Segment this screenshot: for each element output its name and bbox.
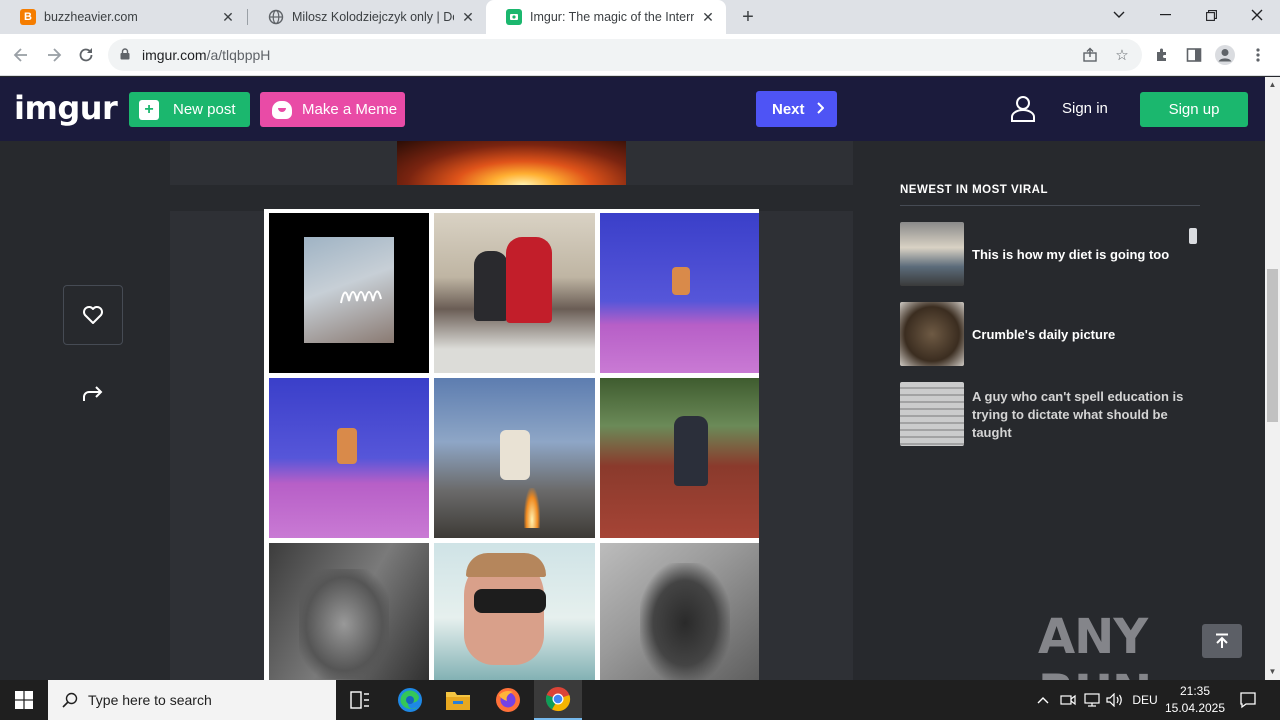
post-thumbnail bbox=[900, 382, 964, 446]
browser-tab-strip: B buzzheavier.com ✕ Milosz Kolodziejczyk… bbox=[0, 0, 1280, 34]
post-title: A guy who can't spell education is tryin… bbox=[972, 389, 1184, 440]
url-text[interactable]: imgur.com/a/tlqbppH bbox=[142, 47, 270, 63]
minimize-button[interactable] bbox=[1142, 0, 1188, 30]
page-scrollbar[interactable]: ▲ ▼ bbox=[1265, 77, 1280, 680]
tab-title: Imgur: The magic of the Internet bbox=[530, 10, 694, 24]
imgur-header: imgur + New post Make a Meme Next Sign i… bbox=[0, 77, 1265, 141]
volume-icon[interactable] bbox=[1105, 680, 1125, 720]
post-title: Crumble's daily picture bbox=[972, 327, 1116, 342]
scrollbar-thumb[interactable] bbox=[1267, 269, 1278, 422]
firefox-icon[interactable] bbox=[484, 680, 532, 720]
extensions-icon[interactable] bbox=[1151, 44, 1173, 66]
windows-taskbar: Type here to search DEU 21:35 15.04.2025 bbox=[0, 680, 1280, 720]
imgur-icon bbox=[506, 9, 522, 25]
sign-in-link[interactable]: Sign in bbox=[1062, 100, 1108, 117]
collage-photo-1 bbox=[269, 213, 429, 373]
post-thumbnail bbox=[900, 302, 964, 366]
post-title: This is how my diet is going too bbox=[972, 247, 1170, 262]
task-view-icon[interactable] bbox=[336, 680, 384, 720]
chrome-icon[interactable] bbox=[534, 680, 582, 720]
post-page: NEWEST IN MOST VIRAL This is how my diet… bbox=[0, 141, 1265, 680]
reload-button[interactable] bbox=[74, 43, 98, 67]
arrow-up-icon bbox=[1216, 633, 1228, 648]
heart-icon bbox=[83, 306, 103, 324]
new-tab-button[interactable]: + bbox=[736, 5, 760, 29]
share-button[interactable] bbox=[80, 381, 106, 407]
post-thumbnail bbox=[900, 222, 964, 286]
side-panel-icon[interactable] bbox=[1183, 44, 1205, 66]
restore-button[interactable] bbox=[1188, 0, 1234, 30]
sidebar-post-1[interactable]: This is how my diet is going too bbox=[900, 222, 1200, 286]
collage-photo-7 bbox=[269, 543, 429, 680]
collage-photo-9 bbox=[600, 543, 759, 680]
sidebar-title: NEWEST IN MOST VIRAL bbox=[900, 184, 1048, 196]
close-icon[interactable]: ✕ bbox=[700, 9, 716, 25]
new-post-label: New post bbox=[173, 101, 236, 118]
next-label: Next bbox=[772, 100, 805, 118]
tab-title: Milosz Kolodziejczyk only | Doxb bbox=[292, 10, 454, 24]
sign-up-button[interactable]: Sign up bbox=[1140, 92, 1248, 127]
collage-photo-5 bbox=[434, 378, 595, 538]
collage-photo-6 bbox=[600, 378, 759, 538]
collage-photo-8 bbox=[434, 543, 595, 680]
sidebar-scroll-indicator[interactable] bbox=[1189, 228, 1197, 244]
tray-overflow-chevron-icon[interactable] bbox=[1034, 680, 1052, 720]
notification-center-icon[interactable] bbox=[1230, 680, 1266, 720]
language-indicator[interactable]: DEU bbox=[1128, 680, 1162, 720]
search-placeholder: Type here to search bbox=[88, 692, 212, 708]
windows-logo-icon bbox=[15, 691, 33, 709]
chevron-right-icon bbox=[816, 101, 824, 117]
tab-search-chevron-icon[interactable] bbox=[1096, 0, 1142, 30]
scroll-down-arrow-icon[interactable]: ▼ bbox=[1268, 667, 1277, 676]
imgur-logo[interactable]: imgur bbox=[14, 89, 118, 127]
plus-icon: + bbox=[139, 99, 159, 120]
browser-tab-imgur[interactable]: Imgur: The magic of the Internet ✕ bbox=[486, 0, 726, 34]
network-icon[interactable] bbox=[1082, 680, 1102, 720]
campfire-image[interactable] bbox=[397, 141, 626, 185]
scroll-to-top-button[interactable] bbox=[1202, 624, 1242, 658]
meet-now-icon[interactable] bbox=[1058, 680, 1078, 720]
collage-photo-2 bbox=[434, 213, 595, 373]
meme-face-icon bbox=[272, 100, 292, 119]
bookmark-star-icon[interactable]: ☆ bbox=[1112, 45, 1132, 65]
profile-avatar-icon[interactable] bbox=[1214, 44, 1236, 66]
taskbar-clock[interactable]: 21:35 15.04.2025 bbox=[1162, 683, 1228, 717]
next-post-button[interactable]: Next bbox=[756, 91, 837, 127]
clock-date: 15.04.2025 bbox=[1164, 701, 1226, 715]
browser-menu-icon[interactable] bbox=[1247, 44, 1269, 66]
sidebar-post-3[interactable]: A guy who can't spell education is tryin… bbox=[900, 382, 1200, 446]
windows-start-button[interactable] bbox=[0, 680, 48, 720]
browser-tab-buzzheavier[interactable]: B buzzheavier.com ✕ bbox=[0, 0, 246, 34]
sidebar-divider bbox=[900, 205, 1200, 206]
search-icon bbox=[62, 692, 78, 708]
browser-tab-doxbin[interactable]: Milosz Kolodziejczyk only | Doxb ✕ bbox=[248, 0, 486, 34]
taskbar-search-input[interactable]: Type here to search bbox=[48, 680, 336, 720]
collage-photo-3 bbox=[600, 213, 759, 373]
file-explorer-icon[interactable] bbox=[434, 680, 482, 720]
collage-photo-4 bbox=[269, 378, 429, 538]
globe-icon bbox=[268, 9, 284, 25]
make-meme-label: Make a Meme bbox=[302, 101, 398, 118]
edge-browser-icon[interactable] bbox=[386, 680, 434, 720]
sidebar-post-2[interactable]: Crumble's daily picture bbox=[900, 302, 1200, 366]
share-arrow-icon bbox=[83, 386, 103, 401]
user-account-icon[interactable] bbox=[1010, 95, 1036, 123]
back-button[interactable] bbox=[9, 43, 33, 67]
close-icon[interactable]: ✕ bbox=[460, 9, 476, 25]
address-bar[interactable]: imgur.com/a/tlqbppH ☆ bbox=[108, 39, 1142, 71]
tab-title: buzzheavier.com bbox=[44, 10, 138, 24]
forward-button[interactable] bbox=[42, 43, 66, 67]
new-post-button[interactable]: + New post bbox=[129, 92, 250, 127]
photo-collage-image[interactable] bbox=[264, 209, 759, 680]
scroll-up-arrow-icon[interactable]: ▲ bbox=[1268, 80, 1277, 89]
make-meme-button[interactable]: Make a Meme bbox=[260, 92, 405, 127]
browser-toolbar: imgur.com/a/tlqbppH ☆ bbox=[0, 34, 1280, 76]
share-page-icon[interactable] bbox=[1080, 45, 1100, 65]
close-icon[interactable]: ✕ bbox=[220, 9, 236, 25]
close-window-button[interactable] bbox=[1234, 0, 1280, 30]
like-button[interactable] bbox=[63, 285, 123, 345]
blogger-icon: B bbox=[20, 9, 36, 25]
clock-time: 21:35 bbox=[1179, 684, 1211, 698]
lock-icon[interactable] bbox=[120, 48, 130, 60]
